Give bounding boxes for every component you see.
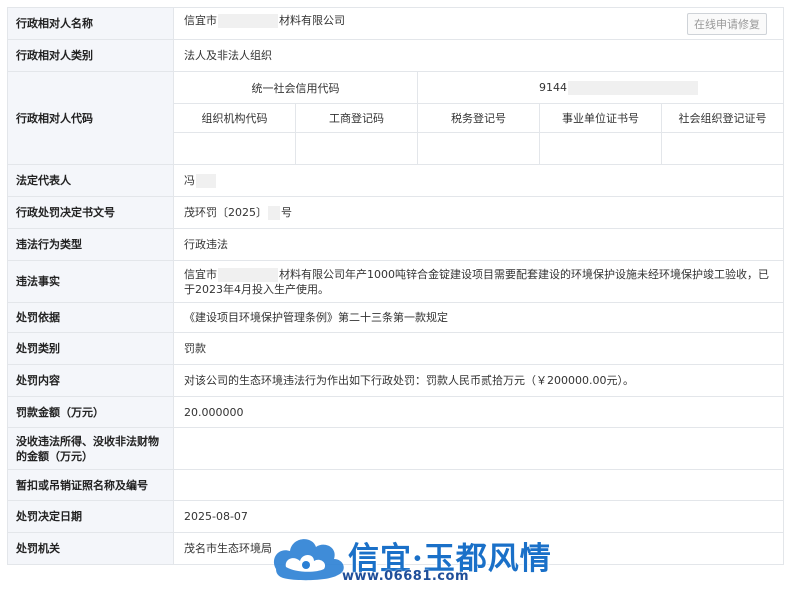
penalty-info-table: 行政相对人名称 信宜市 材料有限公司 在线申请修复 行政相对人类别 法人及非法人组… xyxy=(7,7,785,565)
header-institution-cert: 事业单位证书号 xyxy=(539,103,662,133)
label-license: 暂扣或吊销证照名称及编号 xyxy=(7,469,174,501)
watermark-url: www.06681.com xyxy=(342,569,469,584)
credit-code-label: 统一社会信用代码 xyxy=(173,71,418,104)
row-facts: 违法事实 信宜市 材料有限公司年产1000吨锌合金锭建设项目需要配套建设的环境保护… xyxy=(7,260,785,303)
label-violation-type: 违法行为类型 xyxy=(7,228,174,261)
doc-no-suffix: 号 xyxy=(281,206,292,219)
value-category: 法人及非法人组织 xyxy=(172,39,785,72)
label-amount: 罚款金额（万元） xyxy=(7,396,174,428)
value-social-org-cert xyxy=(660,132,785,165)
value-content: 对该公司的生态环境违法行为作出如下行政处罚：罚款人民币贰拾万元（￥200000.… xyxy=(172,364,785,397)
apply-repair-button[interactable]: 在线申请修复 xyxy=(687,12,768,35)
row-content: 处罚内容 对该公司的生态环境违法行为作出如下行政处罚：罚款人民币贰拾万元（￥20… xyxy=(7,364,785,397)
row-category: 行政相对人类别 法人及非法人组织 xyxy=(7,39,785,72)
label-code: 行政相对人代码 xyxy=(7,71,174,165)
label-date: 处罚决定日期 xyxy=(7,500,174,533)
doc-no-prefix: 茂环罚〔2025〕 xyxy=(184,206,267,219)
value-legal-rep: 冯 xyxy=(172,164,785,197)
redaction-mask xyxy=(196,174,216,188)
row-name: 行政相对人名称 信宜市 材料有限公司 在线申请修复 xyxy=(7,7,785,40)
row-violation-type: 违法行为类型 行政违法 xyxy=(7,228,785,261)
redaction-mask xyxy=(218,13,278,28)
name-prefix: 信宜市 xyxy=(184,13,217,27)
value-name: 信宜市 材料有限公司 在线申请修复 xyxy=(172,7,785,40)
label-authority: 处罚机关 xyxy=(7,532,174,565)
value-tax-reg xyxy=(417,132,540,165)
value-amount: 20.000000 xyxy=(172,396,785,428)
value-doc-no: 茂环罚〔2025〕 号 xyxy=(172,196,785,229)
legal-rep-name: 冯 xyxy=(184,174,195,187)
row-license: 暂扣或吊销证照名称及编号 xyxy=(7,469,785,501)
header-org-code: 组织机构代码 xyxy=(173,103,296,133)
row-doc-no: 行政处罚决定书文号 茂环罚〔2025〕 号 xyxy=(7,196,785,229)
label-facts: 违法事实 xyxy=(7,260,174,303)
value-facts: 信宜市 材料有限公司年产1000吨锌合金锭建设项目需要配套建设的环境保护设施未经环… xyxy=(172,260,785,303)
row-code-credit: 行政相对人代码 统一社会信用代码 9144 xyxy=(7,71,785,165)
value-org-code xyxy=(173,132,296,165)
label-legal-rep: 法定代表人 xyxy=(7,164,174,197)
credit-code-prefix: 9144 xyxy=(539,81,567,94)
redaction-mask xyxy=(568,81,698,95)
redaction-mask xyxy=(218,267,278,282)
header-social-org-cert: 社会组织登记证号 xyxy=(660,103,785,133)
redaction-mask xyxy=(268,206,280,220)
label-category: 行政相对人类别 xyxy=(7,39,174,72)
label-confiscation: 没收违法所得、没收非法财物的金额（万元） xyxy=(7,427,174,470)
name-suffix: 材料有限公司 xyxy=(279,13,345,27)
header-tax-reg: 税务登记号 xyxy=(417,103,540,133)
facts-prefix: 信宜市 xyxy=(184,267,217,281)
label-content: 处罚内容 xyxy=(7,364,174,397)
site-watermark: 信宜·玉都风情 www.06681.com xyxy=(270,527,570,593)
cloud-logo-icon xyxy=(273,539,344,581)
value-basis: 《建设项目环境保护管理条例》第二十三条第一款规定 xyxy=(172,302,785,333)
row-amount: 罚款金额（万元） 20.000000 xyxy=(7,396,785,428)
label-basis: 处罚依据 xyxy=(7,302,174,333)
value-penalty-type: 罚款 xyxy=(172,332,785,365)
label-doc-no: 行政处罚决定书文号 xyxy=(7,196,174,229)
value-violation-type: 行政违法 xyxy=(172,228,785,261)
row-basis: 处罚依据 《建设项目环境保护管理条例》第二十三条第一款规定 xyxy=(7,302,785,333)
label-name: 行政相对人名称 xyxy=(7,7,174,40)
label-penalty-type: 处罚类别 xyxy=(7,332,174,365)
value-license xyxy=(172,469,785,501)
value-business-reg xyxy=(295,132,418,165)
value-institution-cert xyxy=(539,132,662,165)
row-confiscation: 没收违法所得、没收非法财物的金额（万元） xyxy=(7,427,785,470)
header-business-reg: 工商登记码 xyxy=(295,103,418,133)
row-penalty-type: 处罚类别 罚款 xyxy=(7,332,785,365)
credit-code-value: 9144 xyxy=(416,71,785,104)
value-confiscation xyxy=(172,427,785,470)
row-legal-rep: 法定代表人 冯 xyxy=(7,164,785,197)
